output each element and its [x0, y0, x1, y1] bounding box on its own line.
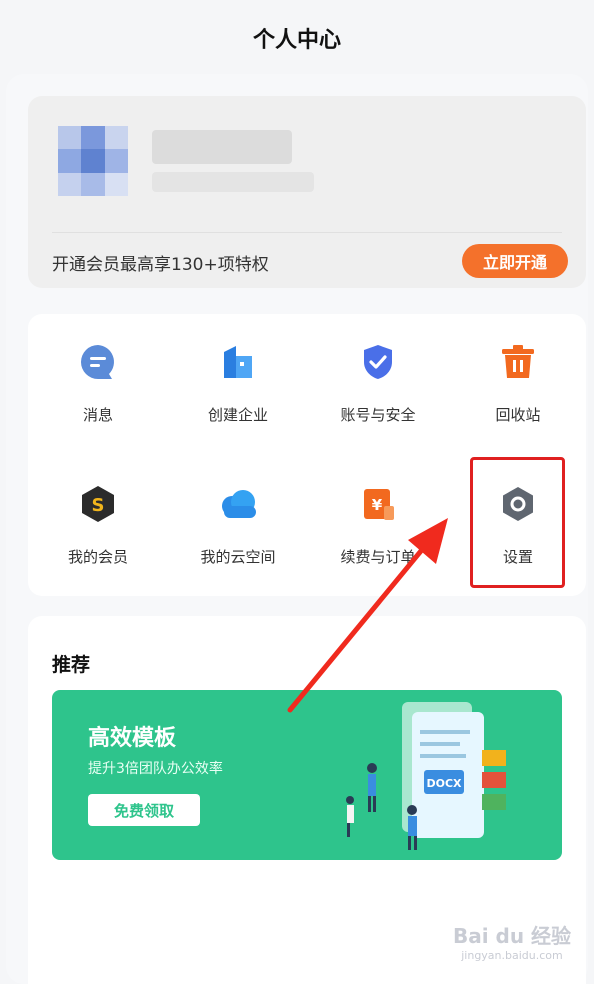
banner-title: 高效模板 [88, 726, 177, 751]
page-title: 个人中心 [252, 28, 341, 53]
shield-icon [356, 340, 400, 384]
doc-label: DOCX [426, 777, 462, 790]
open-vip-button[interactable]: 立即开通 [462, 244, 568, 278]
trash-icon [496, 340, 540, 384]
grid-item-message[interactable]: 消息 [38, 340, 158, 425]
svg-text:S: S [92, 495, 105, 516]
message-icon [76, 340, 120, 384]
grid-item-my-vip[interactable]: S 我的会员 [38, 482, 158, 567]
profile-card[interactable]: 开通会员最高享130+项特权 立即开通 [28, 96, 586, 288]
building-icon [216, 340, 260, 384]
grid-item-account-security[interactable]: 账号与安全 [318, 340, 438, 425]
recommend-title: 推荐 [52, 654, 91, 676]
banner-subtitle: 提升3倍团队办公效率 [88, 761, 223, 777]
watermark-sub: jingyan.baidu.com [461, 949, 563, 962]
vip-promo-text: 开通会员最高享130+项特权 [52, 255, 269, 275]
free-claim-button[interactable]: 免费领取 [88, 794, 200, 826]
grid-item-label: 创建企业 [207, 406, 268, 424]
cloud-icon [216, 482, 260, 526]
avatar[interactable] [58, 126, 128, 196]
watermark: Bai du 经验 jingyan.baidu.com [452, 920, 572, 962]
account-info-blurred [152, 172, 314, 192]
annotation-arrow [287, 518, 448, 713]
username-blurred [152, 130, 292, 164]
grid-item-create-enterprise[interactable]: 创建企业 [178, 340, 298, 425]
grid-item-recycle-bin[interactable]: 回收站 [458, 340, 578, 425]
grid-item-label: 消息 [82, 406, 113, 424]
grid-item-label: 我的会员 [67, 548, 128, 566]
grid-item-label: 回收站 [495, 406, 541, 424]
settings-highlight-box [470, 457, 565, 588]
grid-item-label: 账号与安全 [340, 406, 416, 424]
watermark-main: Bai du 经验 [452, 924, 572, 948]
vip-icon: S [76, 482, 120, 526]
card-divider [52, 232, 562, 233]
